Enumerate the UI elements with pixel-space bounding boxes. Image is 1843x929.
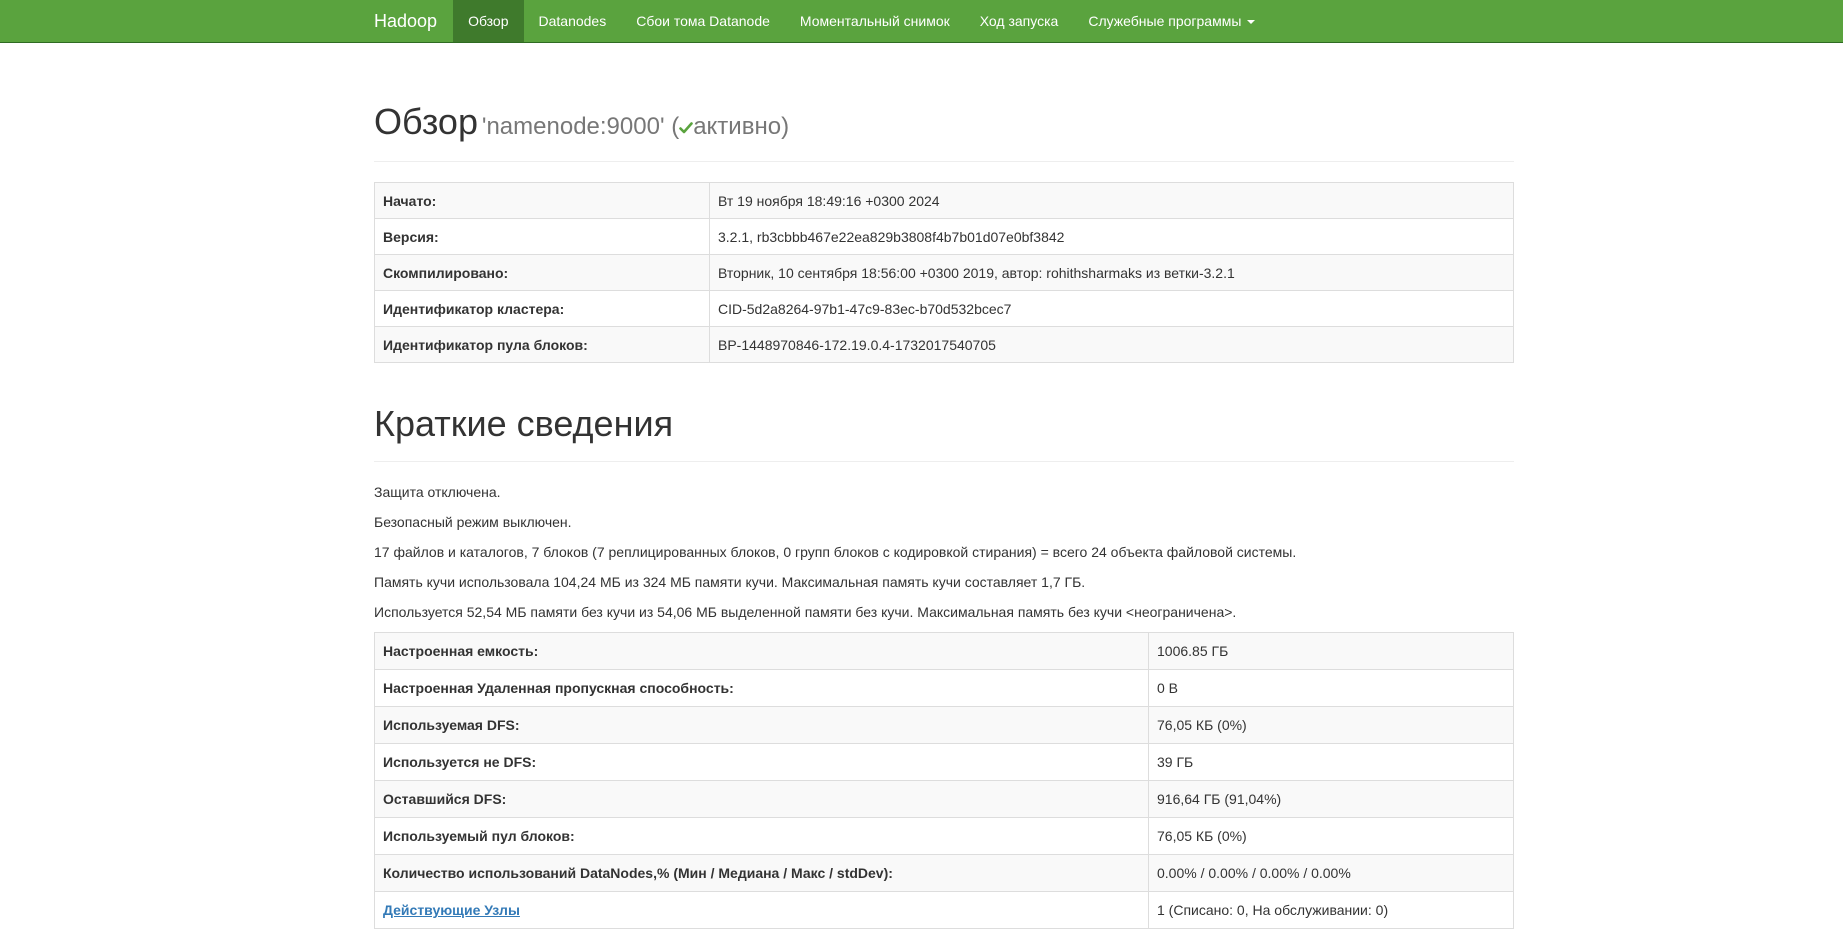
table-row: Настроенная емкость: 1006.85 ГБ [374,632,1514,670]
summary-header: Краткие сведения [374,403,1514,462]
row-key: Идентификатор кластера: [374,290,710,327]
row-value: 916,64 ГБ (91,04%) [1148,780,1514,818]
table-row: Используемая DFS: 76,05 КБ (0%) [374,706,1514,744]
check-icon [679,122,693,134]
table-row: Оставшийся DFS: 916,64 ГБ (91,04%) [374,780,1514,818]
summary-table: Настроенная емкость: 1006.85 ГБ Настроен… [374,632,1514,929]
row-value: 76,05 КБ (0%) [1148,817,1514,855]
safemode-status-text: Безопасный режим выключен. [374,514,572,530]
nav-tab-datanodes[interactable]: Datanodes [524,0,622,42]
namenode-status: активно [693,113,782,140]
nav-tab-snapshot[interactable]: Моментальный снимок [785,0,965,42]
nav-tab-utilities-dropdown[interactable]: Служебные программы [1073,0,1270,42]
table-row: Начато: Вт 19 ноября 18:49:16 +0300 2024 [374,182,1514,219]
row-value: 1006.85 ГБ [1148,632,1514,670]
summary-lines: Защита отключена. Безопасный режим выклю… [374,482,1514,622]
live-nodes-link[interactable]: Действующие Узлы [383,902,520,918]
row-value: 39 ГБ [1148,743,1514,781]
table-row: Действующие Узлы 1 (Списано: 0, На обслу… [374,891,1514,929]
nav-tab-startup-progress[interactable]: Ход запуска [965,0,1074,42]
nav-tab-datanode-volume-failures[interactable]: Сбои тома Datanode [621,0,785,42]
brand-link[interactable]: Hadoop [374,0,453,42]
row-value: BP-1448970846-172.19.0.4-1732017540705 [709,326,1514,363]
table-row: Количество использований DataNodes,% (Ми… [374,854,1514,892]
page-title: Обзор [374,101,478,142]
table-row: Настроенная Удаленная пропускная способн… [374,669,1514,707]
row-value: Вт 19 ноября 18:49:16 +0300 2024 [709,182,1514,219]
table-row: Используется не DFS: 39 ГБ [374,743,1514,781]
namenode-address: 'namenode:9000' ( [481,113,680,140]
overview-table: Начато: Вт 19 ноября 18:49:16 +0300 2024… [374,182,1514,363]
row-key: Действующие Узлы [374,891,1149,929]
row-key: Настроенная Удаленная пропускная способн… [374,669,1149,707]
row-key: Используется не DFS: [374,743,1149,781]
row-key: Версия: [374,218,710,255]
row-key: Оставшийся DFS: [374,780,1149,818]
nav-tab-overview[interactable]: Обзор [453,0,524,42]
row-key: Настроенная емкость: [374,632,1149,670]
table-row: Скомпилировано: Вторник, 10 сентября 18:… [374,254,1514,291]
summary-title: Краткие сведения [374,403,674,444]
row-value: 0 B [1148,669,1514,707]
row-value: 1 (Списано: 0, На обслуживании: 0) [1148,891,1514,929]
table-row: Идентификатор кластера: CID-5d2a8264-97b… [374,290,1514,327]
table-row: Версия: 3.2.1, rb3cbbb467e22ea829b3808f4… [374,218,1514,255]
main-content: Обзор 'namenode:9000' ( активно) Начато: … [374,43,1514,929]
non-heap-memory-text: Используется 52,54 МБ памяти без кучи из… [374,604,1237,620]
top-navbar: Hadoop Обзор Datanodes Сбои тома Datanod… [0,0,1843,43]
row-key: Количество использований DataNodes,% (Ми… [374,854,1149,892]
row-value: CID-5d2a8264-97b1-47c9-83ec-b70d532bcec7 [709,290,1514,327]
caret-down-icon [1247,20,1256,24]
security-status-text: Защита отключена. [374,484,501,500]
row-value: 76,05 КБ (0%) [1148,706,1514,744]
row-key: Используемая DFS: [374,706,1149,744]
row-value: Вторник, 10 сентября 18:56:00 +0300 2019… [709,254,1514,291]
nav-tab-utilities-label: Служебные программы [1088,13,1242,29]
subtitle-close: ) [781,113,790,140]
table-row: Используемый пул блоков: 76,05 КБ (0%) [374,817,1514,855]
table-row: Идентификатор пула блоков: BP-1448970846… [374,326,1514,363]
overview-header: Обзор 'namenode:9000' ( активно) [374,101,1514,162]
row-value: 3.2.1, rb3cbbb467e22ea829b3808f4b7b01d07… [709,218,1514,255]
page-subtitle: 'namenode:9000' ( активно) [482,113,789,140]
row-value: 0.00% / 0.00% / 0.00% / 0.00% [1148,854,1514,892]
heap-memory-text: Память кучи использовала 104,24 МБ из 32… [374,574,1086,590]
row-key: Скомпилировано: [374,254,710,291]
filesystem-objects-text: 17 файлов и каталогов, 7 блоков (7 репли… [374,544,1297,560]
navbar-items: Hadoop Обзор Datanodes Сбои тома Datanod… [374,0,1270,42]
row-key: Используемый пул блоков: [374,817,1149,855]
row-key: Начато: [374,182,710,219]
row-key: Идентификатор пула блоков: [374,326,710,363]
